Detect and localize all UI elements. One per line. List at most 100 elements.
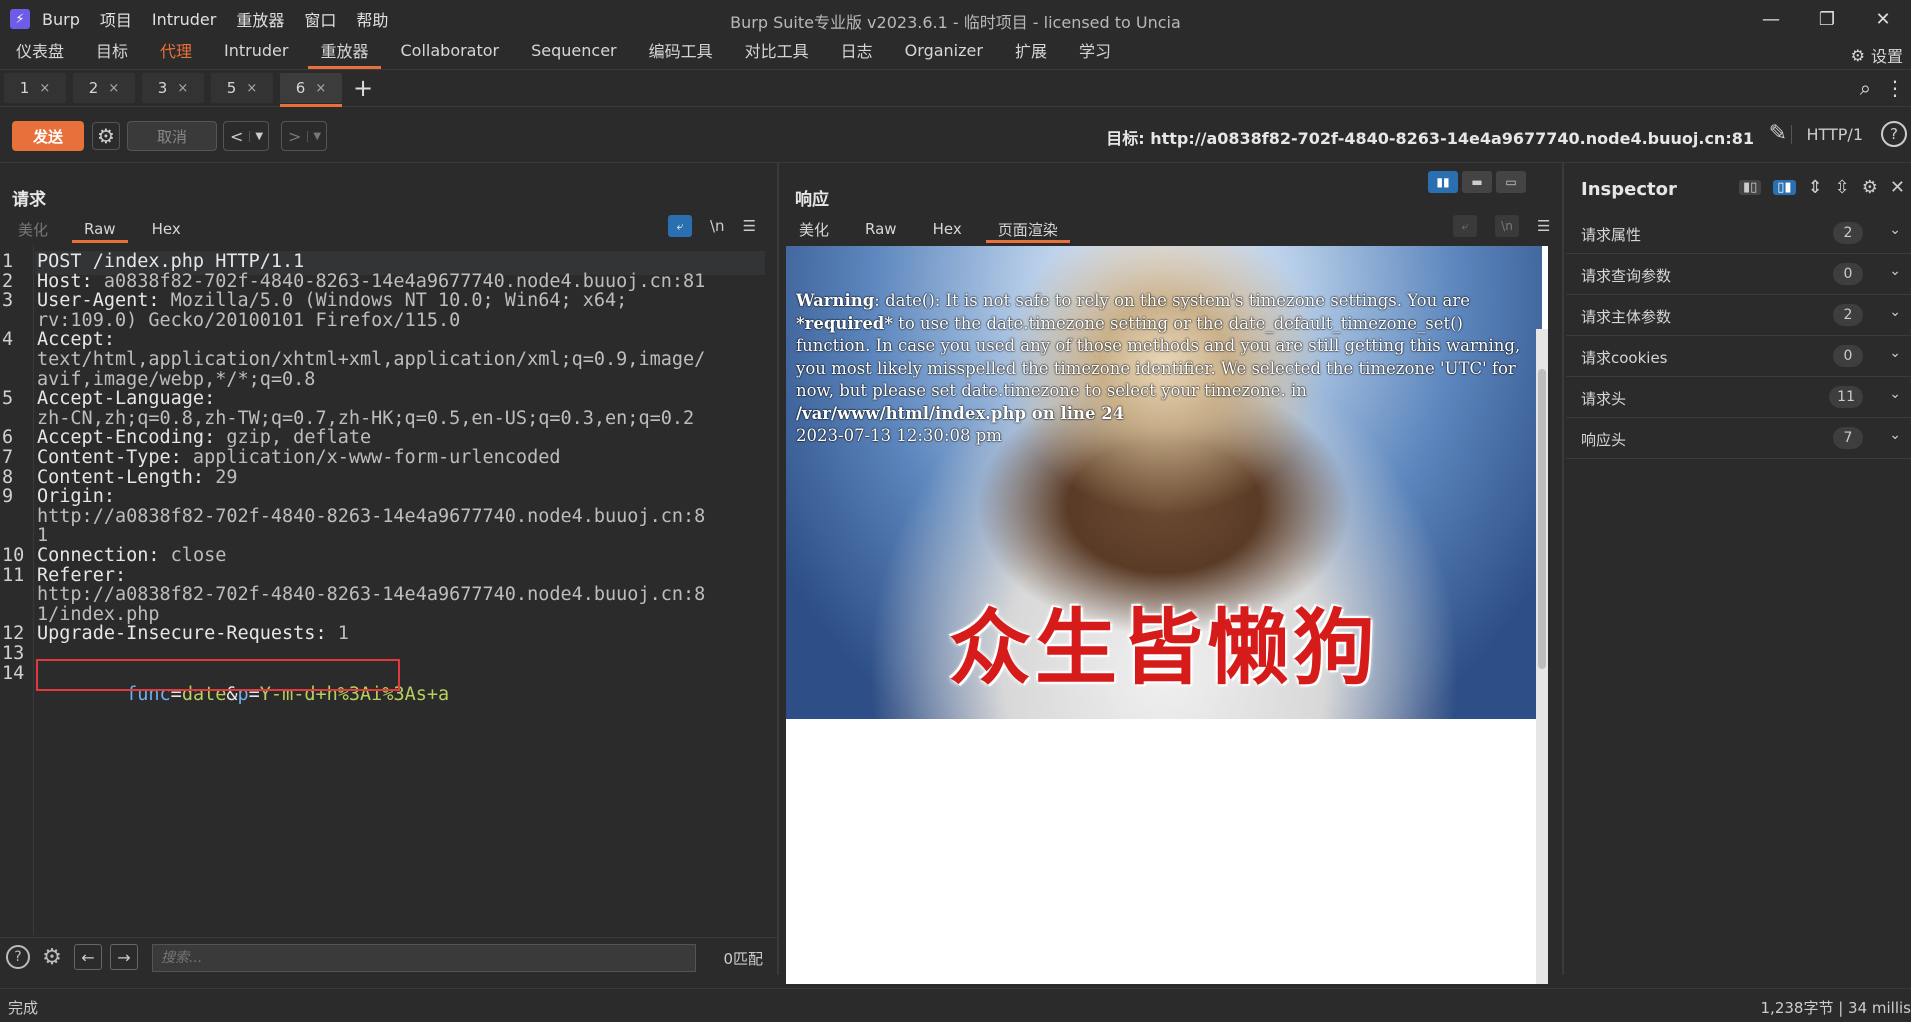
repeater-tab-strip: 1 × 2 × 3 × 5 × 6 × + ⌕ ⋮ [0,70,1911,107]
restore-icon[interactable]: ❐ [1799,0,1855,38]
chevron-down-icon[interactable]: ⌄ [1889,304,1901,320]
close-tab-icon[interactable]: × [246,81,257,96]
tab-comparer[interactable]: 对比工具 [729,37,825,69]
menu-help[interactable]: 帮助 [356,7,388,31]
chevron-down-icon[interactable]: ⌄ [1889,263,1901,279]
tab-render[interactable]: 页面渲染 [980,215,1076,243]
layout-right-icon[interactable]: ▯▮ [1773,180,1796,195]
help-icon[interactable]: ? [1881,121,1907,147]
close-tab-icon[interactable]: × [315,81,326,96]
status-text: 完成 [8,999,39,1017]
add-tab-icon[interactable]: + [353,74,373,102]
menu-window[interactable]: 窗口 [304,7,336,31]
inspector-row-cookies[interactable]: 请求cookies 0 ⌄ [1566,336,1911,377]
repeater-tab[interactable]: 5 × [211,73,273,103]
menu-intruder[interactable]: Intruder [152,10,216,29]
scrollbar-thumb[interactable] [1538,369,1546,669]
inspector-row-request-attributes[interactable]: 请求属性 2 ⌄ [1566,213,1911,254]
chevron-left-icon: < [230,126,244,146]
close-icon[interactable]: ✕ [1890,177,1905,198]
response-panel: ▮▮ ▬ ▭ 响应 美化 Raw Hex 页面渲染 ⤶ \n ☰ 众生皆懒狗 W… [781,163,1564,984]
repeater-tab-active[interactable]: 6 × [280,73,342,107]
tab-hex[interactable]: Hex [134,215,199,243]
tab-repeater[interactable]: 重放器 [304,37,384,69]
send-button[interactable]: 发送 [12,121,84,151]
minimize-icon[interactable]: — [1743,0,1799,38]
header-value: 1 [326,623,349,645]
layout-stacked-icon[interactable]: ▬ [1462,171,1492,193]
tab-hex[interactable]: Hex [915,215,980,243]
header-value: http://a0838f82-702f-4840-8263-14e4a9677… [37,584,706,606]
history-back-button[interactable]: < ▼ [223,121,270,151]
inspector-row-response-headers[interactable]: 响应头 7 ⌄ [1566,418,1911,459]
vertical-scrollbar[interactable] [1536,329,1548,984]
expand-all-icon[interactable]: ⇕ [1808,177,1823,198]
tab-target[interactable]: 目标 [80,37,144,69]
line-content: avif,image/webp,*/*;q=0.8 [37,369,315,390]
settings-button[interactable]: ⚙ 设置 [1851,43,1903,67]
tab-raw[interactable]: Raw [847,215,915,243]
chevron-down-icon[interactable]: ▼ [307,130,326,142]
chevron-down-icon[interactable]: ⌄ [1889,427,1901,443]
tab-raw[interactable]: Raw [66,215,134,243]
menu-project[interactable]: 项目 [100,7,132,31]
line-number: 10 [2,545,25,566]
more-options-icon[interactable]: ⋮ [1885,76,1905,100]
tab-organizer[interactable]: Organizer [889,37,999,69]
header-value: 1/index.php [37,603,160,625]
chevron-down-icon[interactable]: ⌄ [1889,222,1901,238]
search-icon[interactable]: ⌕ [1860,76,1871,100]
close-tab-icon[interactable]: × [39,81,50,96]
tab-intruder[interactable]: Intruder [208,37,304,69]
close-window-icon[interactable]: ✕ [1855,0,1911,38]
repeater-tab[interactable]: 2 × [73,73,135,103]
cancel-button[interactable]: 取消 [127,121,217,151]
menu-burp[interactable]: Burp [42,10,80,29]
tab-sequencer[interactable]: Sequencer [515,37,633,69]
edit-target-pencil-icon[interactable]: ✎ [1769,121,1787,146]
tab-learn[interactable]: 学习 [1063,37,1127,69]
send-settings-gear-icon[interactable]: ⚙ [92,122,120,150]
previous-match-arrow-icon[interactable]: ← [74,944,102,970]
close-tab-icon[interactable]: × [108,81,119,96]
tab-proxy[interactable]: 代理 [144,37,208,69]
response-size-time: 1,238字节 | 34 millis [1760,999,1911,1017]
repeater-tab[interactable]: 3 × [142,73,204,103]
chevron-down-icon[interactable]: ▼ [249,130,268,142]
http-version-selector[interactable]: HTTP/1 [1791,125,1863,144]
collapse-all-icon[interactable]: ⇳ [1835,177,1850,198]
inspector-row-body-params[interactable]: 请求主体参数 2 ⌄ [1566,295,1911,336]
repeater-tab[interactable]: 1 × [4,73,66,103]
word-wrap-icon[interactable]: ⤶ [668,215,692,237]
header-name: Content-Type: [37,447,182,468]
history-forward-button[interactable]: > ▼ [281,121,328,151]
tab-decoder[interactable]: 编码工具 [633,37,729,69]
show-newlines-icon[interactable]: \n [710,217,725,235]
line-number: 9 [2,486,14,508]
gear-icon[interactable]: ⚙ [1862,177,1878,198]
search-input[interactable] [152,944,696,972]
menu-icon[interactable]: ☰ [743,217,756,235]
gear-icon[interactable]: ⚙ [40,945,64,970]
tab-dashboard[interactable]: 仪表盘 [0,37,80,69]
request-editor[interactable]: 1 POST /index.php HTTP/1.1 2 Host: a0838f82… [0,245,777,935]
tab-pretty[interactable]: 美化 [0,215,66,243]
tab-extensions[interactable]: 扩展 [999,37,1063,69]
tab-collaborator[interactable]: Collaborator [385,37,516,69]
file-path: /var/www/html/index.php [796,403,1026,423]
layout-left-icon[interactable]: ▮▯ [1738,180,1762,195]
tab-pretty[interactable]: 美化 [781,215,847,243]
next-match-arrow-icon[interactable]: → [110,944,138,970]
help-icon[interactable]: ? [6,945,30,969]
chevron-down-icon[interactable]: ⌄ [1889,386,1901,402]
menu-repeater[interactable]: 重放器 [236,7,284,31]
inspector-row-label: 响应头 [1581,431,1627,449]
inspector-row-request-headers[interactable]: 请求头 11 ⌄ [1566,377,1911,418]
inspector-row-query-params[interactable]: 请求查询参数 0 ⌄ [1566,254,1911,295]
tab-logger[interactable]: 日志 [825,37,889,69]
layout-tabs-icon[interactable]: ▭ [1496,171,1526,193]
chevron-down-icon[interactable]: ⌄ [1889,345,1901,361]
layout-side-by-side-icon[interactable]: ▮▮ [1428,171,1458,193]
menu-icon[interactable]: ☰ [1537,217,1550,235]
close-tab-icon[interactable]: × [177,81,188,96]
